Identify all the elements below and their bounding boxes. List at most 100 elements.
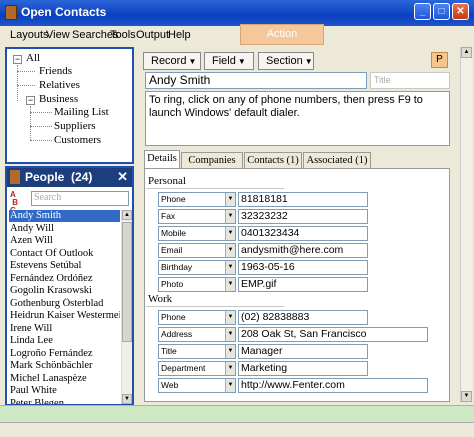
dropdown-arrow-icon[interactable]: ▼ — [225, 311, 235, 324]
field-type-select[interactable]: Phone ▼ — [158, 192, 236, 207]
tree-item-suppliers[interactable]: Suppliers — [54, 120, 96, 132]
dropdown-arrow-icon[interactable]: ▼ — [225, 362, 235, 375]
people-list-item[interactable]: Andy Will — [9, 223, 120, 235]
scroll-thumb[interactable] — [122, 222, 132, 342]
field-value-input[interactable]: andysmith@here.com — [238, 243, 368, 258]
menu-help[interactable]: Help — [168, 29, 191, 41]
contact-name-input[interactable]: Andy Smith — [145, 72, 367, 89]
menu-output[interactable]: Output — [136, 29, 169, 41]
dropdown-arrow-icon: ▼ — [237, 57, 246, 66]
tab-contacts[interactable]: Contacts (1) — [244, 152, 302, 168]
sort-abc-icon[interactable]: A BC — [10, 191, 26, 215]
people-list-item[interactable]: Gothenburg Österblad — [9, 298, 120, 310]
tree-item-relatives[interactable]: Relatives — [39, 79, 80, 91]
field-type-select[interactable]: Photo ▼ — [158, 277, 236, 292]
tree-item-customers[interactable]: Customers — [54, 134, 101, 146]
people-scrollbar[interactable]: ▲ ▼ — [121, 210, 132, 404]
field-type-select[interactable]: Mobile ▼ — [158, 226, 236, 241]
people-list-item[interactable]: Logroño Fernández — [9, 348, 120, 360]
field-type-select[interactable]: Birthday ▼ — [158, 260, 236, 275]
field-type-label: Address — [161, 329, 193, 339]
people-list-item[interactable]: Michel Lanaspèze — [9, 373, 120, 385]
people-list-item[interactable]: Heidrun Kaiser Westermeie — [9, 310, 120, 322]
field-type-select[interactable]: Address ▼ — [158, 327, 236, 342]
field-value-input[interactable]: EMP.gif — [238, 277, 368, 292]
field-menu-button[interactable]: Field ▼ — [204, 52, 254, 70]
tab-details[interactable]: Details — [144, 150, 180, 169]
field-value-input[interactable]: Marketing — [238, 361, 368, 376]
menu-view[interactable]: View — [46, 29, 70, 41]
tree-item-business[interactable]: Business — [39, 93, 78, 105]
dropdown-arrow-icon[interactable]: ▼ — [225, 227, 235, 240]
field-value-input[interactable]: 208 Oak St, San Francisco — [238, 327, 428, 342]
green-status-bar — [0, 405, 474, 422]
field-value-input[interactable]: 32323232 — [238, 209, 368, 224]
field-type-label: Department — [161, 363, 206, 373]
people-search-input[interactable]: Search — [31, 191, 129, 206]
field-value-input[interactable]: http://www.Fenter.com — [238, 378, 428, 393]
people-list-item[interactable]: Mark Schönbächler — [9, 360, 120, 372]
field-type-select[interactable]: Phone ▼ — [158, 310, 236, 325]
collapse-all-toggle[interactable]: − — [13, 55, 22, 64]
people-list-item[interactable]: Irene Will — [9, 323, 120, 335]
dropdown-arrow-icon[interactable]: ▼ — [225, 244, 235, 257]
dropdown-arrow-icon[interactable]: ▼ — [225, 210, 235, 223]
p-button[interactable]: P — [431, 52, 448, 68]
minimize-button[interactable]: _ — [414, 3, 431, 20]
tab-associated[interactable]: Associated (1) — [303, 152, 371, 168]
people-list: Andy Smith Andy Will Azen Will Contact Of O… — [7, 210, 120, 404]
people-list-item[interactable]: Peter Blegen — [9, 398, 120, 405]
tree-item-mailing-list[interactable]: Mailing List — [54, 106, 109, 118]
status-bar — [0, 422, 474, 437]
people-list-item[interactable]: Azen Will — [9, 235, 120, 247]
people-list-item[interactable]: Gogolin Krasowski — [9, 285, 120, 297]
field-value-input[interactable]: 81818181 — [238, 192, 368, 207]
close-button[interactable]: ✕ — [452, 3, 469, 20]
people-close-icon[interactable]: ✕ — [117, 169, 128, 185]
field-type-label: Birthday — [161, 262, 193, 272]
dropdown-arrow-icon[interactable]: ▼ — [225, 345, 235, 358]
field-value-input[interactable]: Manager — [238, 344, 368, 359]
field-type-label: Phone — [161, 194, 186, 204]
field-type-select[interactable]: Email ▼ — [158, 243, 236, 258]
people-list-item[interactable]: Linda Lee — [9, 335, 120, 347]
field-value-input[interactable]: 1963-05-16 — [238, 260, 368, 275]
dropdown-arrow-icon[interactable]: ▼ — [225, 379, 235, 392]
menu-layouts[interactable]: Layouts — [10, 29, 49, 41]
action-button[interactable]: Action — [240, 24, 324, 45]
detail-scrollbar[interactable]: ▲ ▼ — [460, 47, 472, 402]
scroll-down-arrow-icon[interactable]: ▼ — [122, 394, 132, 404]
people-list-item[interactable]: Contact Of Outlook — [9, 248, 120, 260]
section-menu-button[interactable]: Section ▼ — [258, 52, 314, 70]
field-type-select[interactable]: Department ▼ — [158, 361, 236, 376]
scroll-up-arrow-icon[interactable]: ▲ — [122, 210, 132, 220]
personal-section-label: Personal — [148, 175, 186, 187]
field-type-select[interactable]: Title ▼ — [158, 344, 236, 359]
dropdown-arrow-icon[interactable]: ▼ — [225, 261, 235, 274]
maximize-button[interactable]: □ — [433, 3, 450, 20]
tab-companies[interactable]: Companies (3) — [181, 152, 243, 181]
people-list-item[interactable]: Fernández Ordóñez — [9, 273, 120, 285]
app-icon — [5, 5, 17, 20]
scroll-up-arrow-icon[interactable]: ▲ — [461, 47, 472, 58]
field-value-input[interactable]: 0401323434 — [238, 226, 368, 241]
dropdown-arrow-icon[interactable]: ▼ — [225, 193, 235, 206]
tree-item-friends[interactable]: Friends — [39, 65, 72, 77]
record-menu-button[interactable]: Record ▼ — [143, 52, 201, 70]
menu-tools[interactable]: Tools — [110, 29, 136, 41]
contact-notes[interactable]: To ring, click on any of phone numbers, … — [145, 91, 450, 146]
field-type-label: Fax — [161, 211, 176, 221]
field-type-select[interactable]: Web ▼ — [158, 378, 236, 393]
field-value-input[interactable]: (02) 82838883 — [238, 310, 368, 325]
tree-item-all[interactable]: All — [26, 52, 40, 64]
collapse-business-toggle[interactable]: − — [26, 96, 35, 105]
people-list-item[interactable]: Andy Smith — [9, 210, 120, 222]
dropdown-arrow-icon: ▼ — [304, 57, 313, 66]
people-list-item[interactable]: Paul White — [9, 385, 120, 397]
people-list-item[interactable]: Estevens Setúbal — [9, 260, 120, 272]
dropdown-arrow-icon[interactable]: ▼ — [225, 278, 235, 291]
dropdown-arrow-icon[interactable]: ▼ — [225, 328, 235, 341]
contact-title-input[interactable]: Title — [370, 72, 450, 89]
field-type-select[interactable]: Fax ▼ — [158, 209, 236, 224]
scroll-down-arrow-icon[interactable]: ▼ — [461, 391, 472, 402]
